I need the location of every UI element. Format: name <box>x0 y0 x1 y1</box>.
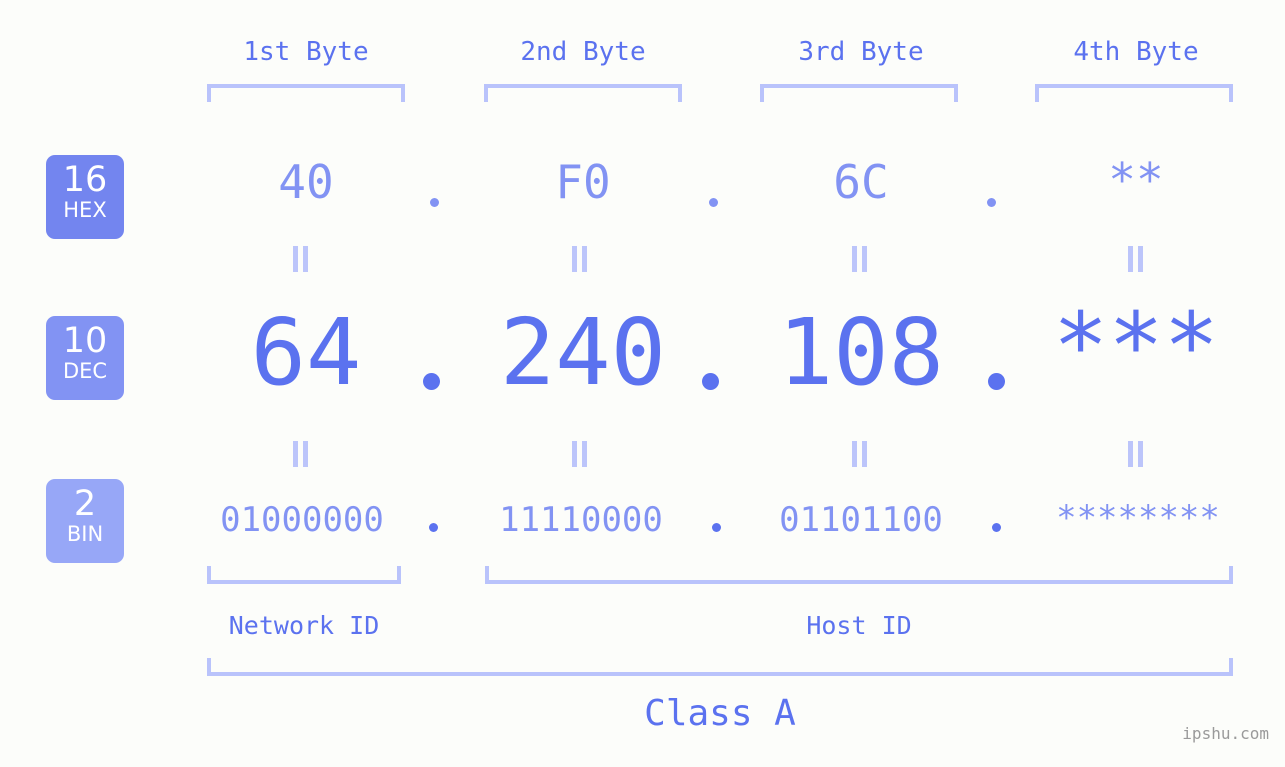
byte-bracket-top-1 <box>207 84 405 102</box>
bin-dot-2 <box>712 523 721 532</box>
base-badge-hex: 16 HEX <box>46 155 124 239</box>
base-badge-dec-number: 10 <box>62 321 108 361</box>
byte-bracket-top-2 <box>484 84 682 102</box>
dec-byte-4: *** <box>1052 293 1220 400</box>
bin-byte-3: 01101100 <box>779 500 943 540</box>
dec-dot-3 <box>988 373 1005 390</box>
bin-byte-2: 11110000 <box>499 500 663 540</box>
base-badge-dec: 10 DEC <box>46 316 124 400</box>
base-badge-hex-name: HEX <box>63 198 107 222</box>
dec-dot-1 <box>423 373 440 390</box>
base-badge-bin-number: 2 <box>73 484 97 524</box>
equals-marker-dec-bin-4 <box>1127 441 1145 467</box>
equals-marker-dec-bin-1 <box>292 441 310 467</box>
base-badge-hex-number: 16 <box>62 160 108 200</box>
class-label: Class A <box>644 693 796 734</box>
hex-byte-1: 40 <box>278 155 334 209</box>
byte-header-4: 4th Byte <box>1073 37 1199 67</box>
byte-header-1: 1st Byte <box>243 37 369 67</box>
bin-dot-1 <box>429 523 438 532</box>
hex-byte-3: 6C <box>833 155 889 209</box>
hex-dot-2 <box>709 198 718 207</box>
base-badge-dec-name: DEC <box>62 359 108 383</box>
class-bracket <box>207 658 1233 676</box>
watermark: ipshu.com <box>1182 724 1269 743</box>
equals-marker-dec-bin-3 <box>851 441 869 467</box>
byte-header-2: 2nd Byte <box>520 37 646 67</box>
hex-byte-4: ** <box>1108 153 1164 207</box>
bin-byte-1: 01000000 <box>220 500 384 540</box>
dec-byte-2: 240 <box>499 299 667 406</box>
dec-byte-3: 108 <box>777 299 945 406</box>
base-badge-bin: 2 BIN <box>46 479 124 563</box>
network-id-label: Network ID <box>228 611 380 640</box>
byte-header-3: 3rd Byte <box>798 37 924 67</box>
hex-dot-1 <box>430 198 439 207</box>
equals-marker-hex-dec-4 <box>1127 246 1145 272</box>
dec-dot-2 <box>702 373 719 390</box>
host-id-bracket <box>485 566 1233 584</box>
equals-marker-hex-dec-3 <box>851 246 869 272</box>
dec-byte-1: 64 <box>250 299 362 406</box>
byte-bracket-top-3 <box>760 84 958 102</box>
bin-dot-3 <box>992 523 1001 532</box>
equals-marker-hex-dec-2 <box>571 246 589 272</box>
hex-byte-2: F0 <box>555 155 611 209</box>
bin-byte-4: ******** <box>1056 498 1220 538</box>
base-badge-bin-name: BIN <box>66 522 104 546</box>
network-id-bracket <box>207 566 401 584</box>
equals-marker-dec-bin-2 <box>571 441 589 467</box>
hex-dot-3 <box>987 198 996 207</box>
host-id-label: Host ID <box>806 611 912 640</box>
equals-marker-hex-dec-1 <box>292 246 310 272</box>
ip-address-breakdown-diagram: 1st Byte 2nd Byte 3rd Byte 4th Byte 16 H… <box>0 0 1285 767</box>
byte-bracket-top-4 <box>1035 84 1233 102</box>
